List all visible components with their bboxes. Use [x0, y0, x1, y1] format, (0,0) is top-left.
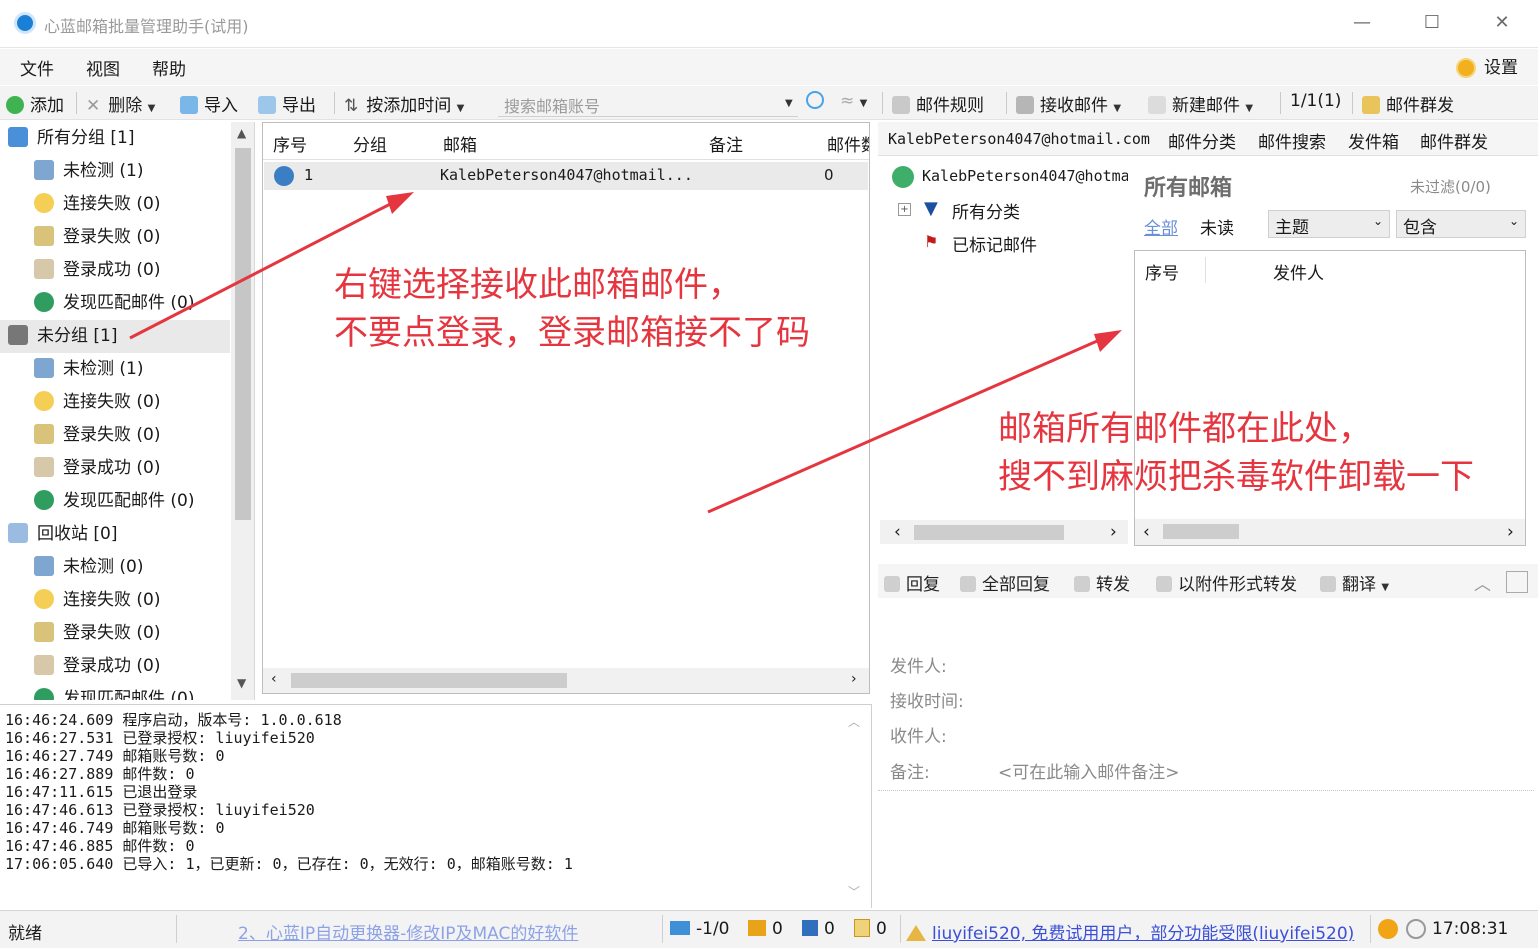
annotation-right-line2: 搜不到麻烦把杀毒软件卸载一下 — [998, 457, 1474, 497]
annotation-left-line2: 不要点登录，登录邮箱接不了码 — [334, 313, 810, 353]
annotation-right-line1: 邮箱所有邮件都在此处， — [998, 409, 1372, 449]
arrowhead-icon — [386, 192, 414, 214]
annotation-left-line1: 右键选择接收此邮箱邮件， — [334, 265, 742, 305]
arrowhead-icon — [1094, 330, 1122, 352]
